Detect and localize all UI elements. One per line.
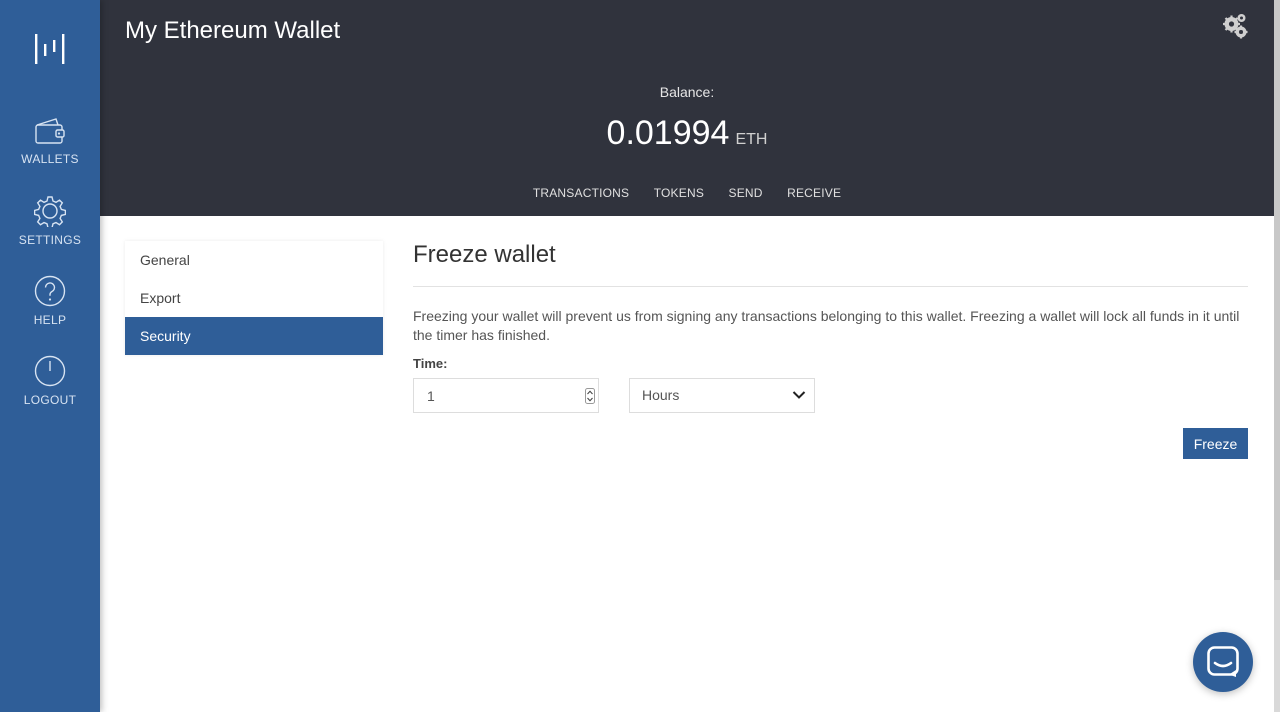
wallet-icon <box>35 118 65 144</box>
submenu-item-general[interactable]: General <box>125 241 383 279</box>
chat-launcher-button[interactable] <box>1193 632 1253 692</box>
balance: 0.01994 ETH <box>100 114 1274 153</box>
section-title: Freeze wallet <box>413 241 556 268</box>
time-label: Time: <box>413 356 448 371</box>
question-circle-icon <box>34 275 66 307</box>
balance-unit: ETH <box>735 131 768 148</box>
page-title: My Ethereum Wallet <box>125 17 341 44</box>
wallet-header: My Ethereum Wallet Balance: 0.01994 ETH <box>100 0 1274 216</box>
gears-icon[interactable] <box>1222 13 1248 39</box>
tab-receive[interactable]: RECEIVE <box>787 186 841 200</box>
gear-icon <box>34 196 66 227</box>
sidebar: WALLETS SETTINGS HELP LOGOUT <box>0 0 100 712</box>
power-icon <box>34 355 66 387</box>
tab-transactions[interactable]: TRANSACTIONS <box>533 186 629 200</box>
sidebar-item-settings[interactable]: SETTINGS <box>0 195 100 247</box>
spinner-arrows-icon[interactable] <box>585 388 595 404</box>
freeze-button[interactable]: Freeze <box>1183 428 1248 459</box>
settings-submenu: General Export Security <box>125 241 383 355</box>
submenu-item-security[interactable]: Security <box>125 317 383 355</box>
time-input[interactable] <box>413 378 599 413</box>
balance-label: Balance: <box>659 84 715 100</box>
sidebar-item-label: HELP <box>33 313 67 327</box>
chevron-down-icon <box>792 391 806 399</box>
window-scrollbar[interactable] <box>1274 0 1280 712</box>
freeze-description: Freezing your wallet will prevent us fro… <box>413 308 1240 343</box>
bitgo-logo-icon[interactable] <box>33 32 67 66</box>
submenu-item-export[interactable]: Export <box>125 279 383 317</box>
chat-icon <box>1207 646 1239 677</box>
tab-send[interactable]: SEND <box>728 186 762 200</box>
sidebar-item-wallets[interactable]: WALLETS <box>0 116 100 166</box>
time-unit-value: Hours <box>642 387 680 403</box>
divider <box>413 286 1248 287</box>
balance-amount: 0.01994 <box>606 114 730 152</box>
sidebar-item-label: SETTINGS <box>18 233 82 247</box>
tab-tokens[interactable]: TOKENS <box>654 186 704 200</box>
scrollbar-thumb[interactable] <box>1274 0 1280 580</box>
freeze-wallet-panel: Freeze wallet Freezing your wallet will … <box>413 238 1248 413</box>
sidebar-item-label: WALLETS <box>21 152 79 166</box>
sidebar-item-label: LOGOUT <box>23 393 77 407</box>
wallet-tabs: TRANSACTIONS TOKENS SEND RECEIVE <box>100 184 1274 202</box>
time-unit-select[interactable]: Hours <box>629 378 815 413</box>
sidebar-item-logout[interactable]: LOGOUT <box>0 355 100 407</box>
sidebar-item-help[interactable]: HELP <box>0 275 100 327</box>
